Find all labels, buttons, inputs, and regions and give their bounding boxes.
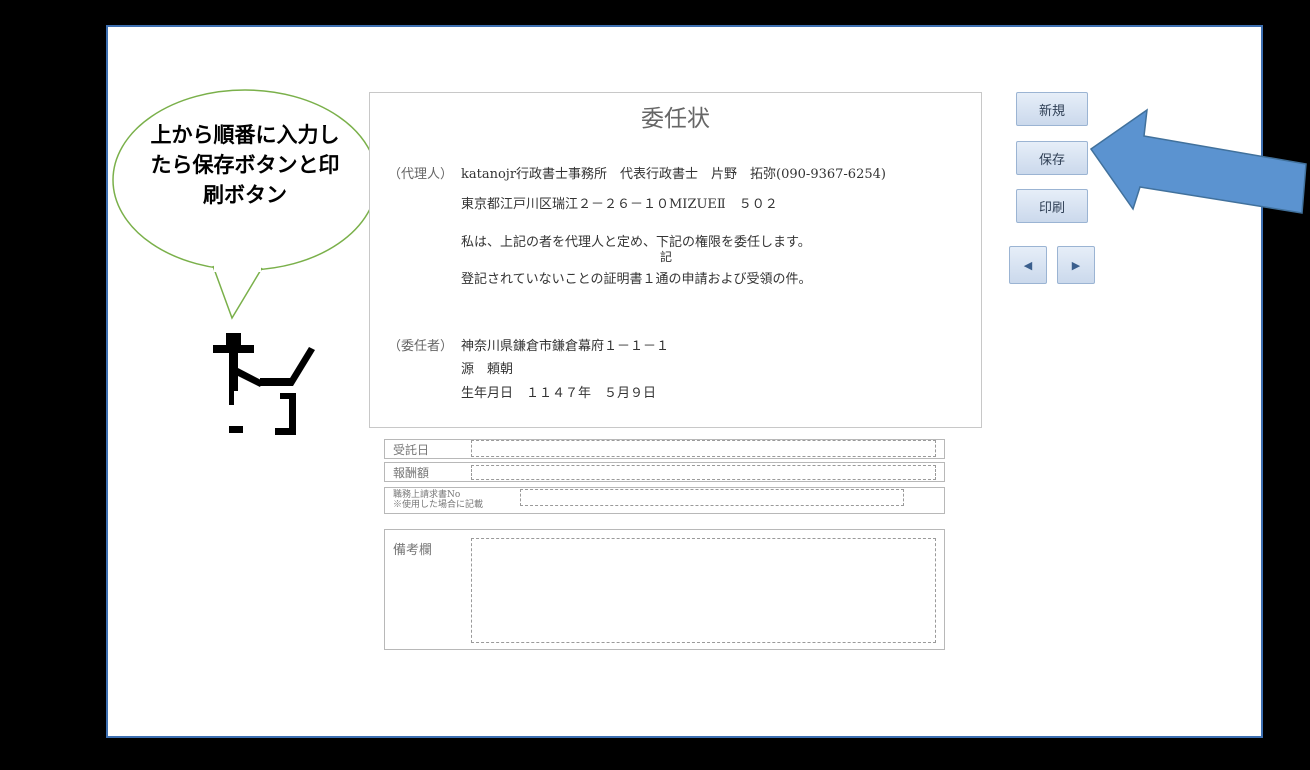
document-title: 委任状 <box>641 106 710 132</box>
principal-label: （委任者） <box>388 339 454 354</box>
arrow-icon <box>1089 108 1307 214</box>
new-button[interactable]: 新規 <box>1016 92 1088 126</box>
agent-label: （代理人） <box>388 167 454 182</box>
ki-label: 記 <box>660 250 673 264</box>
received-date-input[interactable] <box>471 440 936 457</box>
principal-address: 神奈川県鎌倉市鎌倉幕府１－１－１ <box>461 339 670 354</box>
prev-record-button[interactable]: ◀ <box>1009 246 1047 284</box>
principal-name: 源 頼朝 <box>461 362 514 377</box>
fee-label: 報酬額 <box>393 466 430 480</box>
remarks-label: 備考欄 <box>393 543 433 558</box>
remarks-input[interactable] <box>471 538 936 643</box>
agent-line2: 東京都江戸川区瑞江２－２６－１０MIZUEⅡ ５０２ <box>461 197 778 212</box>
document-panel: 委任状 （代理人） katanojr行政書士事務所 代表行政書士 片野 拓弥(0… <box>369 92 982 428</box>
received-date-label: 受託日 <box>393 443 430 457</box>
delegated-matter: 登記されていないことの証明書１通の申請および受領の件。 <box>461 272 812 287</box>
invoice-no-row: 職務上請求書No ※使用した場合に記載 <box>384 487 945 514</box>
delegation-statement: 私は、上記の者を代理人と定め、下記の権限を委任します。 <box>461 235 811 250</box>
invoice-no-label-line2: ※使用した場合に記載 <box>393 500 484 510</box>
invoice-no-input[interactable] <box>520 489 904 506</box>
principal-birthdate: 生年月日 １１４７年 ５月９日 <box>461 386 657 401</box>
agent-line1: katanojr行政書士事務所 代表行政書士 片野 拓弥(090-9367-62… <box>461 167 886 182</box>
invoice-no-label-line1: 職務上請求書No <box>393 490 461 500</box>
person-at-desk-icon <box>213 333 315 435</box>
save-button[interactable]: 保存 <box>1016 141 1088 175</box>
next-record-button[interactable]: ▶ <box>1057 246 1095 284</box>
bubble-text: 上から順番に入力したら保存ボタンと印刷ボタン <box>150 123 340 207</box>
fee-row: 報酬額 <box>384 462 945 482</box>
received-date-row: 受託日 <box>384 439 945 459</box>
print-button[interactable]: 印刷 <box>1016 189 1088 223</box>
fee-input[interactable] <box>471 465 936 480</box>
remarks-row: 備考欄 <box>384 529 945 650</box>
